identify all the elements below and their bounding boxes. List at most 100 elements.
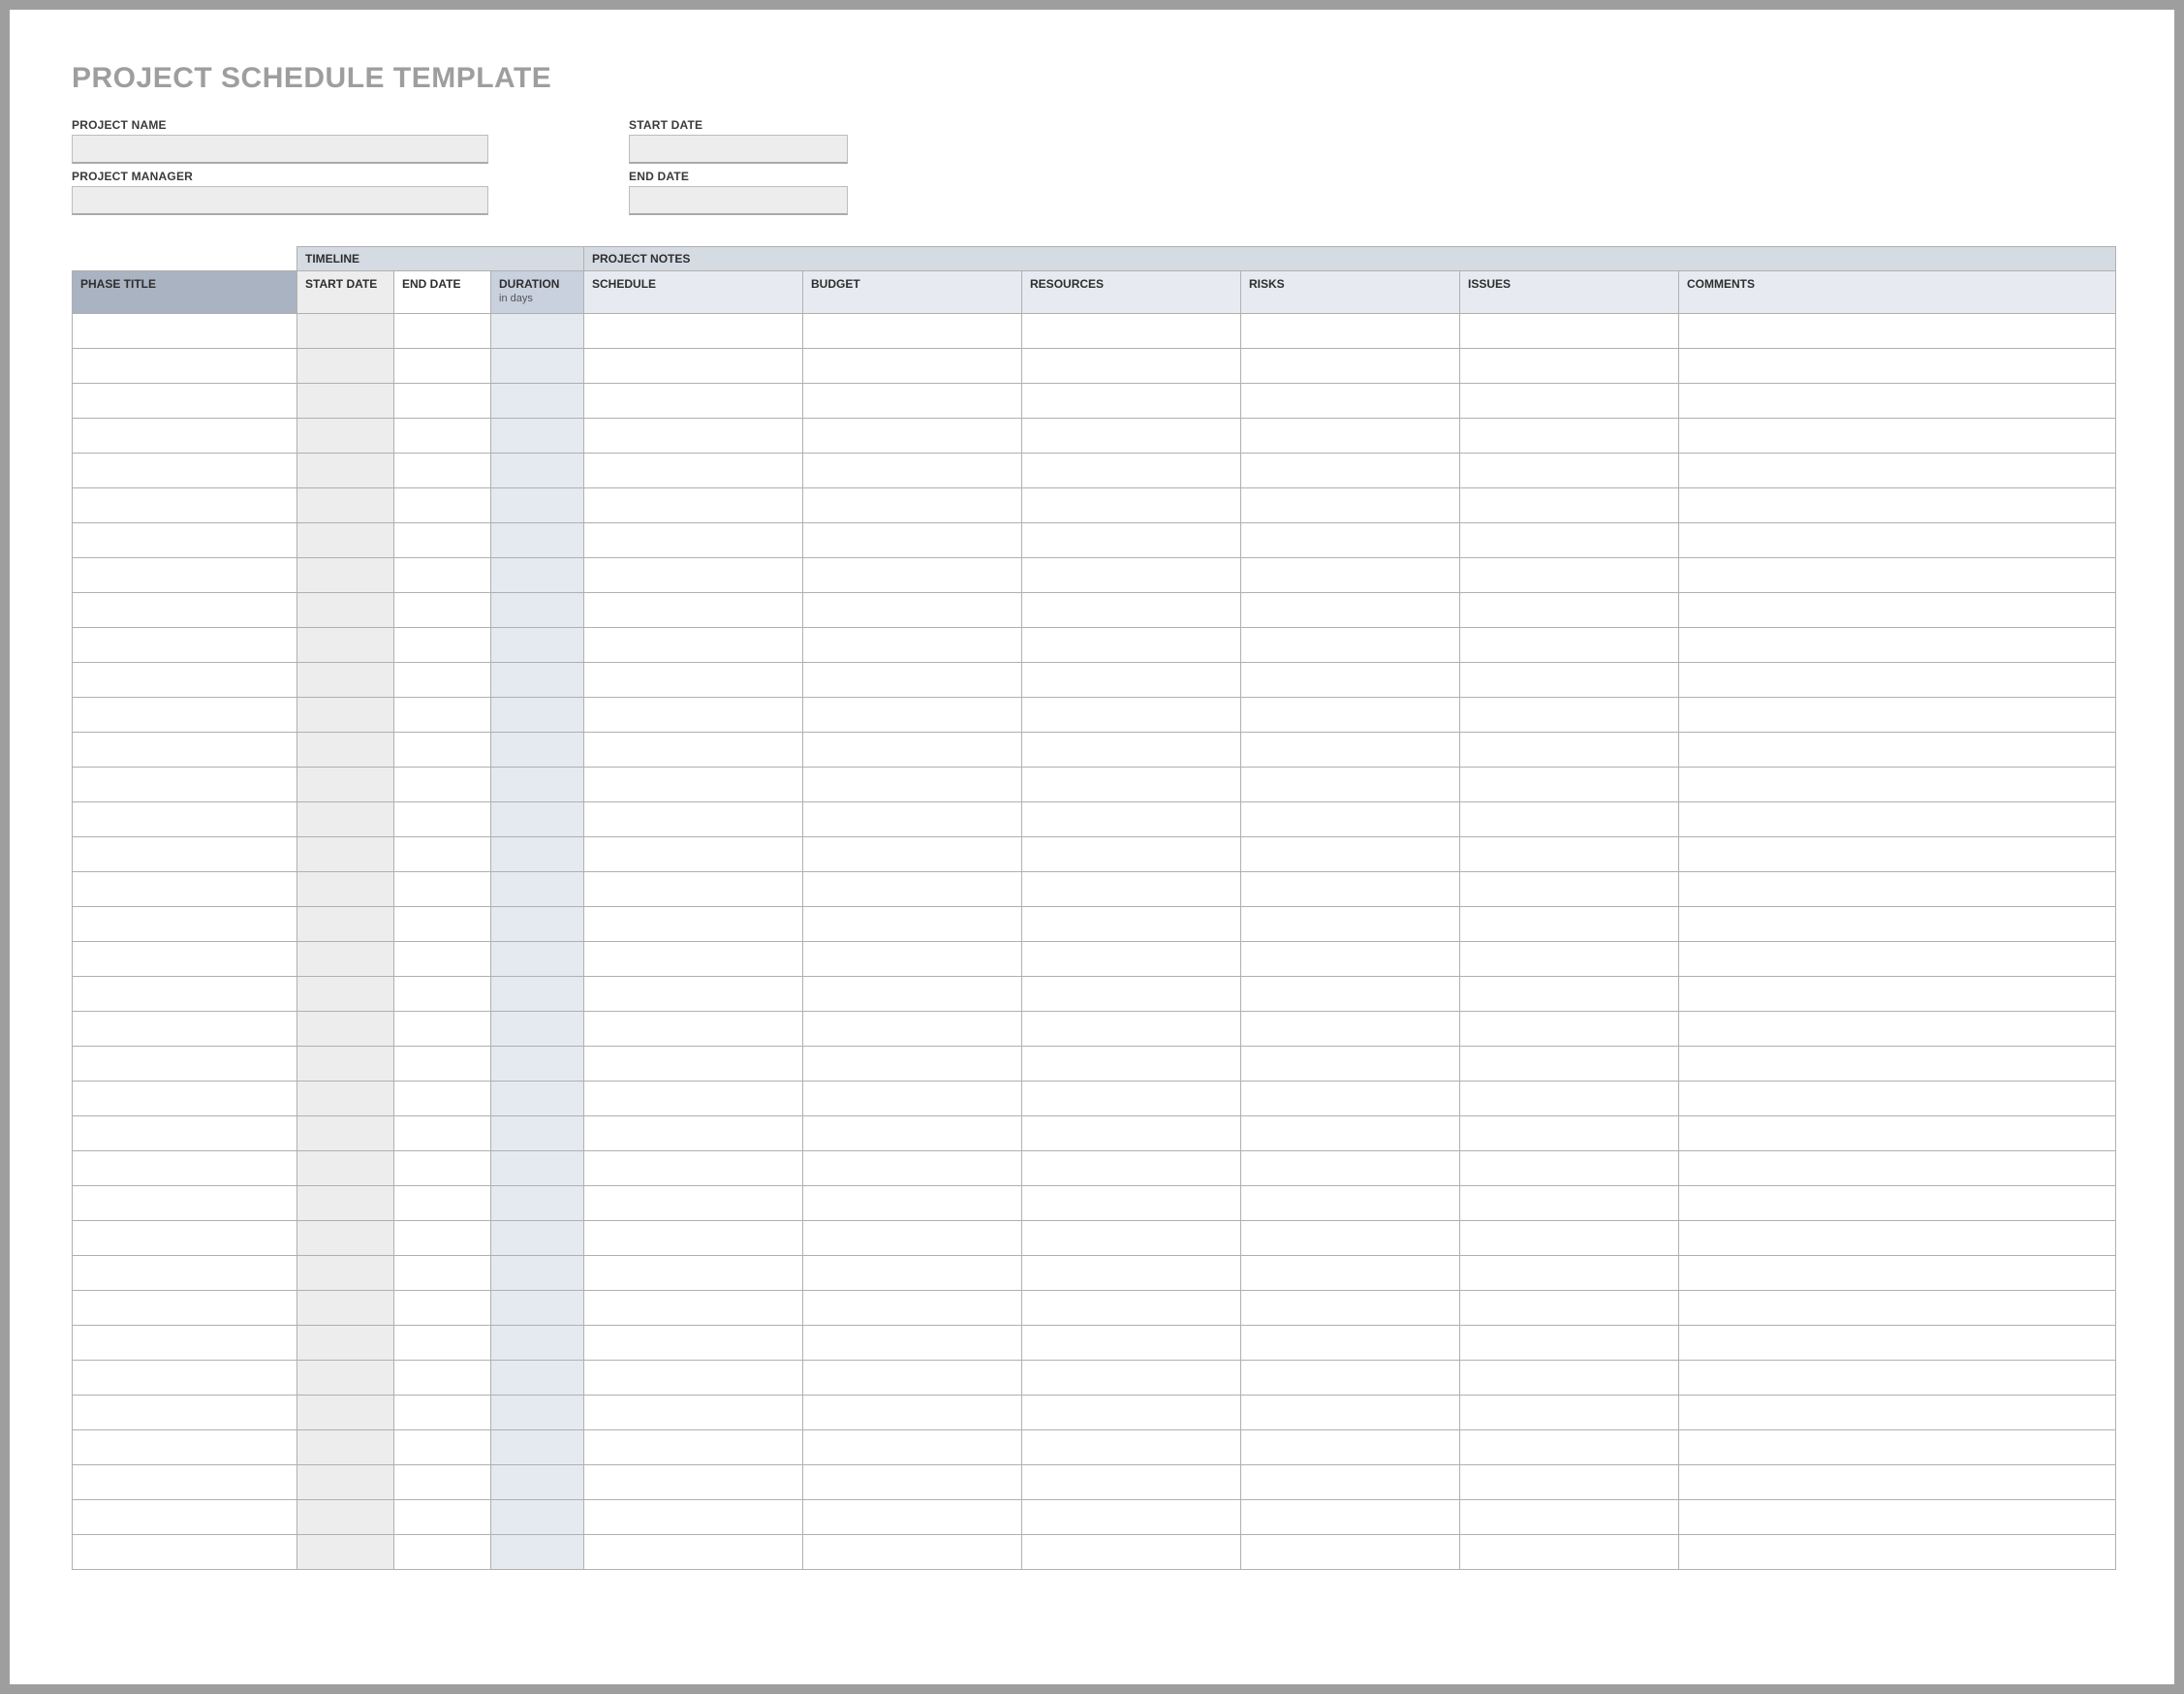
- cell-risks[interactable]: [1241, 523, 1460, 558]
- cell-budget[interactable]: [803, 1500, 1022, 1535]
- cell-risks[interactable]: [1241, 1151, 1460, 1186]
- cell-end-date[interactable]: [394, 349, 491, 384]
- cell-end-date[interactable]: [394, 1221, 491, 1256]
- cell-resources[interactable]: [1022, 942, 1241, 977]
- cell-start-date[interactable]: [297, 942, 394, 977]
- cell-start-date[interactable]: [297, 872, 394, 907]
- cell-budget[interactable]: [803, 733, 1022, 768]
- cell-duration[interactable]: [491, 1465, 584, 1500]
- cell-phase-title[interactable]: [73, 1082, 297, 1116]
- cell-end-date[interactable]: [394, 488, 491, 523]
- cell-duration[interactable]: [491, 1291, 584, 1326]
- cell-budget[interactable]: [803, 593, 1022, 628]
- cell-budget[interactable]: [803, 1082, 1022, 1116]
- cell-comments[interactable]: [1679, 1116, 2116, 1151]
- cell-risks[interactable]: [1241, 1430, 1460, 1465]
- cell-start-date[interactable]: [297, 733, 394, 768]
- cell-risks[interactable]: [1241, 837, 1460, 872]
- cell-comments[interactable]: [1679, 1361, 2116, 1396]
- cell-budget[interactable]: [803, 1535, 1022, 1570]
- cell-issues[interactable]: [1460, 384, 1679, 419]
- cell-comments[interactable]: [1679, 698, 2116, 733]
- cell-issues[interactable]: [1460, 314, 1679, 349]
- cell-comments[interactable]: [1679, 768, 2116, 802]
- cell-duration[interactable]: [491, 907, 584, 942]
- cell-duration[interactable]: [491, 837, 584, 872]
- cell-comments[interactable]: [1679, 1221, 2116, 1256]
- cell-schedule[interactable]: [584, 384, 803, 419]
- cell-risks[interactable]: [1241, 628, 1460, 663]
- cell-duration[interactable]: [491, 593, 584, 628]
- cell-schedule[interactable]: [584, 419, 803, 454]
- cell-start-date[interactable]: [297, 698, 394, 733]
- cell-risks[interactable]: [1241, 1361, 1460, 1396]
- cell-duration[interactable]: [491, 523, 584, 558]
- cell-start-date[interactable]: [297, 454, 394, 488]
- cell-issues[interactable]: [1460, 558, 1679, 593]
- cell-end-date[interactable]: [394, 628, 491, 663]
- cell-budget[interactable]: [803, 1116, 1022, 1151]
- cell-comments[interactable]: [1679, 488, 2116, 523]
- cell-issues[interactable]: [1460, 1221, 1679, 1256]
- cell-issues[interactable]: [1460, 523, 1679, 558]
- cell-schedule[interactable]: [584, 1396, 803, 1430]
- cell-duration[interactable]: [491, 1186, 584, 1221]
- cell-phase-title[interactable]: [73, 942, 297, 977]
- cell-phase-title[interactable]: [73, 314, 297, 349]
- cell-start-date[interactable]: [297, 349, 394, 384]
- cell-risks[interactable]: [1241, 872, 1460, 907]
- cell-risks[interactable]: [1241, 314, 1460, 349]
- cell-schedule[interactable]: [584, 1291, 803, 1326]
- cell-phase-title[interactable]: [73, 1291, 297, 1326]
- cell-resources[interactable]: [1022, 1465, 1241, 1500]
- cell-comments[interactable]: [1679, 1082, 2116, 1116]
- start-date-input[interactable]: [629, 135, 848, 164]
- cell-issues[interactable]: [1460, 977, 1679, 1012]
- cell-issues[interactable]: [1460, 628, 1679, 663]
- cell-start-date[interactable]: [297, 837, 394, 872]
- cell-duration[interactable]: [491, 1396, 584, 1430]
- cell-duration[interactable]: [491, 1361, 584, 1396]
- cell-end-date[interactable]: [394, 1082, 491, 1116]
- cell-phase-title[interactable]: [73, 593, 297, 628]
- cell-end-date[interactable]: [394, 942, 491, 977]
- cell-schedule[interactable]: [584, 942, 803, 977]
- cell-schedule[interactable]: [584, 1186, 803, 1221]
- cell-phase-title[interactable]: [73, 837, 297, 872]
- cell-schedule[interactable]: [584, 1012, 803, 1047]
- cell-resources[interactable]: [1022, 1186, 1241, 1221]
- cell-budget[interactable]: [803, 663, 1022, 698]
- cell-duration[interactable]: [491, 1047, 584, 1082]
- cell-budget[interactable]: [803, 1430, 1022, 1465]
- cell-resources[interactable]: [1022, 628, 1241, 663]
- cell-start-date[interactable]: [297, 768, 394, 802]
- cell-resources[interactable]: [1022, 1430, 1241, 1465]
- cell-risks[interactable]: [1241, 768, 1460, 802]
- cell-duration[interactable]: [491, 384, 584, 419]
- cell-schedule[interactable]: [584, 1082, 803, 1116]
- cell-issues[interactable]: [1460, 872, 1679, 907]
- cell-issues[interactable]: [1460, 1256, 1679, 1291]
- cell-phase-title[interactable]: [73, 802, 297, 837]
- cell-budget[interactable]: [803, 1047, 1022, 1082]
- cell-phase-title[interactable]: [73, 628, 297, 663]
- cell-resources[interactable]: [1022, 663, 1241, 698]
- cell-schedule[interactable]: [584, 1465, 803, 1500]
- cell-risks[interactable]: [1241, 733, 1460, 768]
- cell-risks[interactable]: [1241, 942, 1460, 977]
- cell-comments[interactable]: [1679, 802, 2116, 837]
- cell-phase-title[interactable]: [73, 488, 297, 523]
- cell-duration[interactable]: [491, 698, 584, 733]
- cell-comments[interactable]: [1679, 663, 2116, 698]
- cell-risks[interactable]: [1241, 593, 1460, 628]
- cell-start-date[interactable]: [297, 1151, 394, 1186]
- cell-end-date[interactable]: [394, 698, 491, 733]
- cell-end-date[interactable]: [394, 1256, 491, 1291]
- cell-start-date[interactable]: [297, 907, 394, 942]
- cell-phase-title[interactable]: [73, 977, 297, 1012]
- cell-issues[interactable]: [1460, 1116, 1679, 1151]
- cell-resources[interactable]: [1022, 1082, 1241, 1116]
- cell-schedule[interactable]: [584, 837, 803, 872]
- cell-start-date[interactable]: [297, 1326, 394, 1361]
- cell-end-date[interactable]: [394, 384, 491, 419]
